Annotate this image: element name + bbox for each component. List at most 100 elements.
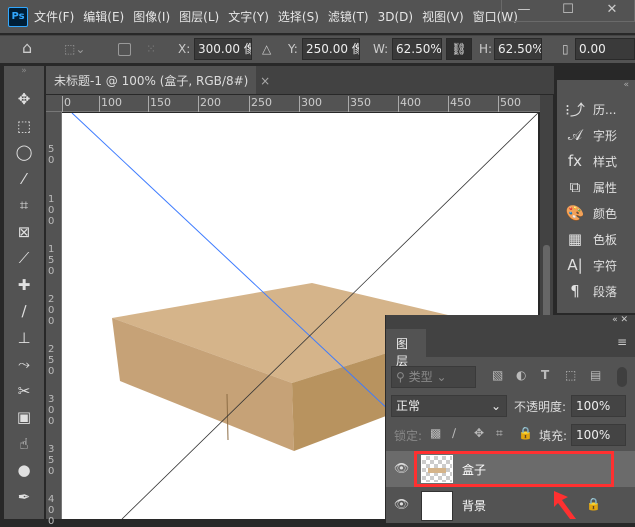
visibility-eye-icon[interactable]: 👁: [394, 461, 409, 475]
panel-color[interactable]: 🎨颜色: [557, 200, 635, 226]
eyedropper-tool-icon[interactable]: ⟋: [4, 245, 44, 272]
blend-mode-select[interactable]: 正常⌄: [391, 395, 507, 417]
styles-icon: fx: [565, 152, 585, 170]
transform-icon[interactable]: ⬚⌄: [64, 42, 85, 56]
panel-label: 样式: [593, 153, 617, 170]
opacity-input[interactable]: 100%: [571, 395, 626, 417]
ruler-horizontal: 0 100 150 200 250 300 350 400 450 500: [46, 95, 540, 112]
crop-tool-icon[interactable]: ⌗: [4, 192, 44, 219]
stamp-tool-icon[interactable]: ⊥: [4, 325, 44, 352]
ruler-tick: 300: [48, 394, 56, 427]
menu-3d[interactable]: 3D(D): [378, 10, 413, 24]
angle-input[interactable]: 0.00: [575, 38, 635, 60]
filter-shape-icon[interactable]: ⬚: [565, 368, 576, 382]
move-tool-icon[interactable]: ✥: [4, 86, 44, 113]
ruler-tick: 200: [48, 294, 56, 327]
lock-position-icon[interactable]: ✥: [474, 426, 484, 440]
healing-brush-tool-icon[interactable]: ✚: [4, 272, 44, 299]
w-input[interactable]: 62.50%: [392, 38, 442, 60]
reference-point-checkbox[interactable]: [118, 43, 131, 56]
options-bar: ⌂ ⬚⌄ ⁙ X: 300.00 像素 △ Y: 250.00 像素 W: 62…: [0, 35, 635, 63]
collapse-icon[interactable]: »: [4, 66, 44, 86]
tab-layers[interactable]: 图层: [386, 329, 426, 357]
filter-type-icon[interactable]: T: [541, 368, 549, 382]
lasso-tool-icon[interactable]: ◯: [4, 139, 44, 166]
panel-label: 颜色: [593, 205, 617, 222]
history-brush-tool-icon[interactable]: ⤳: [4, 351, 44, 378]
gradient-tool-icon[interactable]: ▣: [4, 404, 44, 431]
panel-label: 色板: [593, 231, 617, 248]
minimize-button[interactable]: —: [502, 0, 546, 21]
smudge-tool-icon[interactable]: ☝: [4, 431, 44, 458]
close-tab-icon[interactable]: ×: [260, 74, 270, 88]
reference-point-icon[interactable]: ⁙: [146, 42, 156, 56]
panel-label: 属性: [593, 179, 617, 196]
lock-all-icon[interactable]: 🔒: [518, 426, 533, 440]
ruler-vertical: 50 100 150 200 250 300 350 400: [46, 112, 62, 519]
x-input[interactable]: 300.00 像素: [194, 38, 252, 60]
quick-select-tool-icon[interactable]: ⁄: [4, 166, 44, 193]
document-tab[interactable]: 未标题-1 @ 100% (盒子, RGB/8#) ×: [46, 66, 256, 94]
link-icon[interactable]: ⛓: [446, 38, 472, 60]
home-icon[interactable]: ⌂: [22, 38, 32, 57]
dodge-tool-icon[interactable]: ●: [4, 457, 44, 484]
panel-styles[interactable]: fx 样式: [557, 148, 635, 174]
ruler-tick: 0: [62, 96, 71, 112]
menu-image[interactable]: 图像(I): [133, 8, 170, 25]
menu-file[interactable]: 文件(F): [34, 8, 74, 25]
ruler-tick: 250: [249, 96, 272, 112]
panel-character[interactable]: A|字符: [557, 252, 635, 278]
panel-history[interactable]: ⁝⤴历...: [557, 96, 635, 122]
pen-tool-icon[interactable]: ✒: [4, 484, 44, 511]
marquee-tool-icon[interactable]: ⬚: [4, 113, 44, 140]
y-input[interactable]: 250.00 像素: [302, 38, 360, 60]
layer-name[interactable]: 背景: [462, 497, 486, 514]
layer-row-box[interactable]: 👁 盒子: [386, 451, 635, 487]
ruler-tick: 100: [99, 96, 122, 112]
ruler-tick: 150: [148, 96, 171, 112]
panel-properties[interactable]: ⧉ 属性: [557, 174, 635, 200]
panel-label: 历...: [593, 101, 616, 118]
x-label: X:: [178, 42, 190, 56]
menu-layer[interactable]: 图层(L): [179, 8, 219, 25]
properties-icon: ⧉: [565, 178, 585, 196]
ruler-tick: 350: [348, 96, 371, 112]
eraser-tool-icon[interactable]: ✂: [4, 378, 44, 405]
panel-paragraph[interactable]: ¶段落: [557, 278, 635, 304]
filter-select[interactable]: ⚲ 类型 ⌄: [391, 366, 476, 388]
frame-tool-icon[interactable]: ⊠: [4, 219, 44, 246]
panel-label: 字符: [593, 257, 617, 274]
photoshop-logo: Ps: [8, 7, 28, 27]
opacity-value: 100%: [576, 399, 610, 413]
close-button[interactable]: ✕: [590, 0, 634, 21]
menu-edit[interactable]: 编辑(E): [83, 8, 124, 25]
lock-brush-icon[interactable]: ∕: [452, 426, 456, 440]
paragraph-icon: ¶: [565, 282, 585, 300]
panel-header-controls[interactable]: « ✕: [386, 315, 635, 329]
h-input[interactable]: 62.50%: [494, 38, 542, 60]
layer-row-background[interactable]: 👁 背景 🔒: [386, 487, 635, 523]
layer-name[interactable]: 盒子: [462, 461, 486, 478]
menu-select[interactable]: 选择(S): [278, 8, 319, 25]
lock-transparent-icon[interactable]: ▩: [430, 426, 441, 440]
delta-icon[interactable]: △: [262, 42, 271, 56]
maximize-button[interactable]: ☐: [546, 0, 590, 21]
expand-panels-icon[interactable]: «: [557, 80, 635, 96]
filter-adjustment-icon[interactable]: ◐: [516, 368, 526, 382]
menu-view[interactable]: 视图(V): [422, 8, 464, 25]
brush-tool-icon[interactable]: ∕: [4, 298, 44, 325]
fill-input[interactable]: 100%: [571, 424, 626, 446]
ruler-tick: 200: [198, 96, 221, 112]
menu-filter[interactable]: 滤镜(T): [328, 8, 369, 25]
panel-glyphs[interactable]: 𝒜字形: [557, 122, 635, 148]
panel-menu-icon[interactable]: ≡: [617, 335, 627, 349]
lock-artboard-icon[interactable]: ⌗: [496, 426, 503, 441]
ruler-tick: 500: [498, 96, 521, 112]
layer-thumbnail: [421, 455, 453, 483]
menu-type[interactable]: 文字(Y): [228, 8, 269, 25]
filter-toggle[interactable]: [617, 367, 627, 387]
filter-pixel-icon[interactable]: ▧: [492, 368, 503, 382]
panel-swatches[interactable]: ▦色板: [557, 226, 635, 252]
visibility-eye-icon[interactable]: 👁: [394, 497, 409, 511]
filter-smart-object-icon[interactable]: ▤: [590, 368, 601, 382]
